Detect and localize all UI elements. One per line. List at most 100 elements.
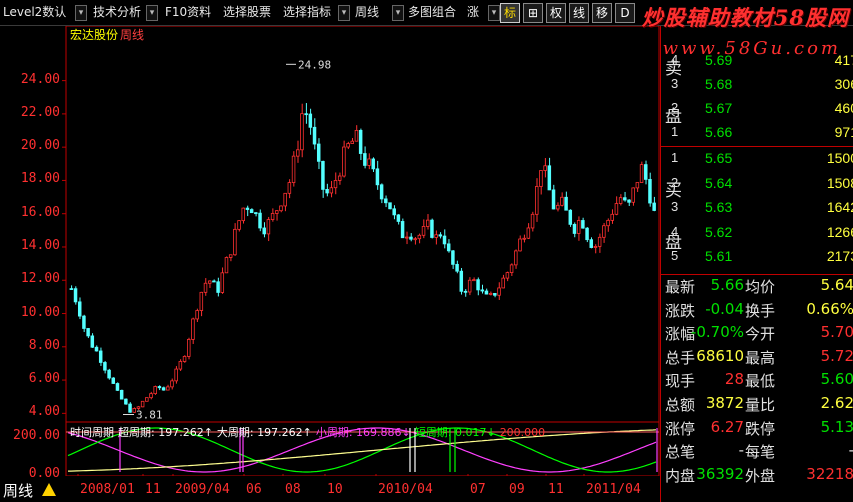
move-button[interactable]: 移	[592, 3, 612, 23]
rise-dropdown-icon[interactable]: ▾	[488, 5, 500, 21]
candle-up	[237, 220, 241, 230]
candle-up	[606, 219, 610, 227]
level-price: 5.61	[705, 248, 733, 264]
candle-up	[367, 158, 371, 166]
quote-key: 涨跌	[665, 301, 696, 320]
y-tick-label: 10.00	[20, 304, 60, 320]
level-price: 5.69	[705, 52, 733, 68]
d-button[interactable]: D	[615, 3, 635, 23]
candle-down	[388, 202, 392, 210]
candle-down	[375, 168, 380, 186]
candle-up	[275, 210, 279, 214]
candle-down	[111, 377, 116, 384]
candle-down	[258, 212, 262, 229]
multi-chart-button[interactable]: 多图组合	[405, 3, 459, 22]
quote-value: 32218	[806, 464, 853, 483]
sell-level-row[interactable]: 3 5.68 306	[665, 76, 853, 99]
candle-down	[73, 288, 78, 303]
quote-value: 2.62	[820, 394, 853, 412]
level-volume: 1508	[826, 174, 853, 191]
sell-level-row[interactable]: 1 5.66 971	[665, 124, 853, 147]
candle-down	[325, 188, 329, 194]
sell-level-row[interactable]: 2 5.67 460	[665, 100, 853, 123]
candle-up	[270, 213, 275, 220]
buy-level-row[interactable]: 5 5.61 2173	[665, 248, 853, 271]
x-tick-label: 11	[145, 482, 161, 497]
x-tick-label: 2010/04	[378, 482, 433, 497]
level-number: 3	[671, 76, 679, 91]
candle-up	[228, 254, 233, 258]
f10-button[interactable]: F10资料	[162, 3, 214, 22]
candle-down	[568, 209, 573, 225]
quote-key: 内盘	[665, 466, 696, 485]
quote-key: 涨停	[665, 419, 696, 438]
candle-down	[98, 350, 103, 363]
x-tick-label: 09	[509, 482, 525, 497]
buy-level-row[interactable]: 2 5.64 1508	[665, 175, 853, 198]
candle-down	[94, 346, 99, 352]
period-dropdown-icon[interactable]: ▾	[392, 5, 404, 21]
candle-down	[90, 335, 95, 348]
indicator-header-item: 小周期: 169.886↓	[315, 426, 411, 439]
quote-key: 量比	[745, 396, 776, 414]
candle-down	[446, 243, 451, 252]
level-price: 5.66	[705, 124, 733, 140]
level-volume: 306	[834, 76, 853, 92]
candle-up	[526, 227, 531, 239]
candle-up	[413, 238, 417, 241]
quote-panel: 卖盘4 5.69 4173 5.68 3062 5.67 4601 5.66 9…	[660, 26, 853, 502]
candle-up	[207, 280, 212, 284]
rise-button[interactable]: 涨	[464, 3, 482, 22]
quote-value: 5.13	[820, 417, 853, 436]
warning-triangle-icon	[42, 483, 56, 496]
candle-up	[522, 237, 526, 240]
candle-up	[178, 361, 183, 370]
candle-down	[652, 202, 656, 211]
candle-up	[195, 310, 199, 320]
high-label: 24.98	[298, 58, 331, 71]
tech-analysis-dropdown-icon[interactable]: ▾	[146, 5, 158, 21]
candle-down	[493, 292, 497, 296]
level-number: 1	[671, 124, 679, 139]
indicator-dropdown-icon[interactable]: ▾	[338, 5, 350, 21]
select-stock-button[interactable]: 选择股票	[220, 3, 274, 22]
candle-up	[350, 140, 355, 144]
level2-dropdown-icon[interactable]: ▾	[75, 5, 87, 21]
tech-analysis-button[interactable]: 技术分析	[90, 3, 144, 22]
candle-up	[182, 356, 187, 362]
buy-level-row[interactable]: 4 5.62 1266	[665, 224, 853, 247]
period-tab[interactable]: 周线	[0, 478, 62, 500]
y-tick-label: 6.00	[28, 371, 60, 387]
candle-down	[459, 270, 464, 292]
candle-up	[417, 234, 422, 240]
indicator-header: 时间周期 超周期: 197.262↑ 大周期: 197.262↑ 小周期: 169.8…	[70, 424, 549, 440]
quote-row: 内盘 36392 外盘 32218	[661, 465, 853, 487]
candle-up	[488, 292, 493, 295]
mark-toggle-button[interactable]: 标	[500, 3, 520, 23]
candle-down	[589, 239, 594, 248]
candle-up	[220, 272, 225, 293]
indicator-header-item: 大周期: 197.262↑	[216, 426, 312, 439]
candle-up	[149, 393, 153, 399]
candle-down	[312, 126, 317, 145]
rights-button[interactable]: 权	[546, 3, 566, 23]
buy-level-row[interactable]: 1 5.65 1500	[665, 150, 853, 173]
candle-up	[291, 155, 296, 183]
level2-button[interactable]: Level2数认	[0, 3, 69, 22]
y-tick-label: 20.00	[20, 138, 60, 154]
level-volume: 2173	[826, 248, 853, 264]
quote-row: 最新 5.66 均价 5.64	[661, 276, 853, 298]
candle-down	[648, 178, 652, 204]
grid-toggle-button[interactable]: ⊞	[523, 3, 543, 23]
candle-up	[300, 113, 304, 151]
weekly-period-button[interactable]: 周线	[352, 3, 382, 22]
level-number: 1	[671, 150, 679, 165]
sell-level-row[interactable]: 4 5.69 417	[665, 52, 853, 75]
select-indicator-button[interactable]: 选择指标	[280, 3, 334, 22]
kline-chart[interactable]: 24.98 3.81	[0, 26, 660, 476]
line-button[interactable]: 线	[569, 3, 589, 23]
period-tab-label: 周线	[3, 482, 34, 500]
buy-level-row[interactable]: 3 5.63 1642	[665, 199, 853, 222]
candle-up	[631, 187, 635, 203]
level-number: 2	[671, 100, 679, 115]
